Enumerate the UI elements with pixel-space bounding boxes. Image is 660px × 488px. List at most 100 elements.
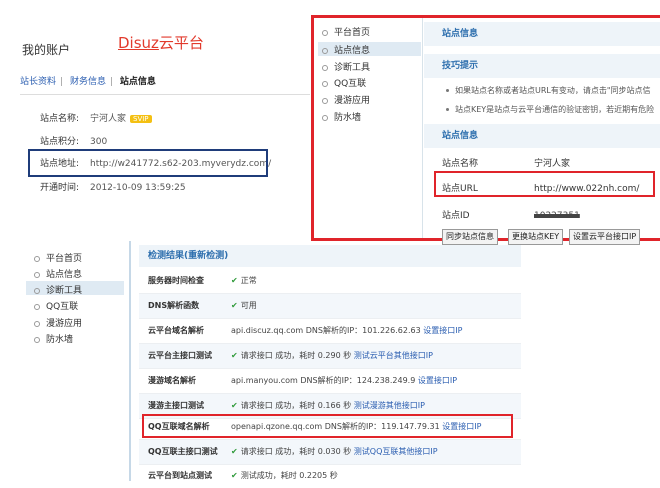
sidebar-item-diagnostics[interactable]: 诊断工具	[322, 60, 370, 73]
bullet-icon	[34, 303, 40, 310]
section-header-site-info: 站点信息	[424, 22, 660, 46]
sidebar-item-site-info[interactable]: 站点信息	[322, 43, 370, 56]
row-value: api.manyou.com DNS解析的IP：124.238.249.9	[231, 376, 416, 385]
sidebar-item-label: 站点信息	[46, 270, 83, 280]
table-row: DNS解析函数 ✔ 可用	[139, 294, 521, 319]
table-row: QQ互联主接口测试 ✔ 请求接口 成功，耗时 0.030 秒 测试QQ互联其他接口I…	[139, 440, 521, 465]
sidebar-item-firewall[interactable]: 防水墙	[322, 110, 361, 123]
sidebar-item-label: 诊断工具	[334, 63, 371, 73]
bullet-icon	[322, 29, 328, 36]
tip-item: 站点KEY是站点与云平台通信的验证密钥，若近期有危险	[446, 104, 654, 115]
sidebar-item-label: 漫游应用	[334, 96, 371, 106]
bullet-icon	[322, 114, 328, 121]
bullet-icon	[322, 47, 328, 54]
table-row: 服务器时间检查 ✔ 正常	[139, 269, 521, 294]
tab-finance-info[interactable]: 财务信息	[70, 77, 106, 87]
check-icon: ✔	[231, 351, 238, 360]
sidebar-item-roaming-apps[interactable]: 漫游应用	[322, 93, 370, 106]
result-header: 检测结果(重新检测)	[139, 245, 521, 267]
site-points-label: 站点积分:	[40, 137, 80, 147]
sidebar-item-label: 防水墙	[334, 113, 362, 123]
set-api-ip-link[interactable]: 设置接口IP	[423, 326, 462, 335]
sidebar-item-diagnostics[interactable]: 诊断工具	[34, 283, 82, 296]
check-icon: ✔	[231, 447, 238, 456]
tab-webmaster-profile[interactable]: 站长资料	[20, 77, 56, 87]
cloud-site-info-panel: 平台首页 站点信息 诊断工具 QQ互联 漫游应用 防水墙 站点信息 技巧提示 如…	[311, 15, 660, 245]
tip-text: 站点KEY是站点与云平台通信的验证密钥，若近期有危险	[455, 105, 655, 114]
row-label: 服务器时间检查	[148, 276, 204, 285]
sidebar-item-label: 防水墙	[46, 335, 74, 345]
sidebar-item-label: QQ互联	[334, 79, 367, 89]
site-name-value: 宁河人家	[534, 159, 571, 169]
site-name-row: 站点名称: 宁河人家 SVIP	[40, 111, 152, 124]
sidebar-divider	[129, 241, 131, 481]
site-name-value: 宁河人家	[90, 114, 127, 124]
row-value: api.discuz.qq.com DNS解析的IP：101.226.62.63	[231, 326, 421, 335]
diagnostics-panel: 平台首页 站点信息 诊断工具 QQ互联 漫游应用 防水墙 检测结果(重新检测) …	[26, 241, 521, 481]
bullet-icon	[34, 287, 40, 294]
sidebar-item-qq-connect[interactable]: QQ互联	[34, 299, 78, 312]
row-label: 云平台域名解析	[148, 326, 204, 335]
site-name-label: 站点名称:	[40, 114, 80, 124]
site-points-row: 站点积分: 300	[40, 134, 107, 147]
open-time-label: 开通时间:	[40, 183, 80, 193]
row-value: 请求接口 成功，耗时 0.030 秒	[240, 447, 352, 456]
sidebar-item-label: 漫游应用	[46, 319, 83, 329]
test-qq-ip-link[interactable]: 测试QQ互联其他接口IP	[354, 447, 438, 456]
row-value: 测试成功，耗时 0.2205 秒	[240, 471, 338, 480]
set-api-ip-link[interactable]: 设置接口IP	[418, 376, 457, 385]
set-cloud-api-ip-button[interactable]: 设置云平台接口IP	[569, 229, 641, 245]
table-row: 漫游域名解析 api.manyou.com DNS解析的IP：124.238.24…	[139, 369, 521, 394]
bullet-icon	[34, 336, 40, 343]
table-row: 云平台主接口测试 ✔ 请求接口 成功，耗时 0.290 秒 测试云平台其他接口IP	[139, 344, 521, 369]
site-id-value: 10227351	[534, 211, 580, 221]
test-roaming-ip-link[interactable]: 测试漫游其他接口IP	[354, 401, 425, 410]
check-icon: ✔	[231, 471, 238, 480]
divider	[20, 94, 310, 95]
site-url-highlight-box	[434, 171, 655, 197]
bullet-icon	[322, 97, 328, 104]
brand-prefix: Disuz	[118, 34, 159, 52]
check-icon: ✔	[231, 276, 238, 285]
brand-suffix: 云平台	[158, 34, 204, 52]
site-id-label: 站点ID	[442, 211, 470, 221]
sidebar-item-home[interactable]: 平台首页	[34, 251, 82, 264]
row-label: 漫游域名解析	[148, 376, 196, 385]
sidebar: 平台首页 站点信息 诊断工具 QQ互联 漫游应用 防水墙	[314, 18, 423, 238]
qq-dns-highlight-box	[142, 414, 513, 438]
tab-separator: |	[60, 77, 64, 87]
row-value: 可用	[240, 301, 257, 310]
site-address-highlight-box	[28, 149, 268, 177]
bullet-icon	[446, 108, 449, 111]
sidebar-item-home[interactable]: 平台首页	[322, 25, 370, 38]
table-row: 云平台到站点测试 ✔ 测试成功，耗时 0.2205 秒	[139, 464, 521, 488]
bullet-icon	[34, 255, 40, 262]
bullet-icon	[446, 89, 449, 92]
account-title: 我的账户	[22, 43, 71, 57]
sidebar-item-firewall[interactable]: 防水墙	[34, 332, 73, 345]
tip-item: 如果站点名称或者站点URL有变动，请点击"同步站点信	[446, 85, 651, 96]
bullet-icon	[322, 64, 328, 71]
sidebar-item-label: 站点信息	[334, 46, 371, 56]
sidebar-item-qq-connect[interactable]: QQ互联	[322, 76, 366, 89]
bullet-icon	[34, 320, 40, 327]
site-name-label: 站点名称	[442, 159, 479, 169]
row-value: 正常	[240, 276, 257, 285]
site-id-row: 站点ID 10227351	[442, 208, 580, 221]
svip-badge: SVIP	[130, 114, 152, 123]
row-value: 请求接口 成功，耗时 0.290 秒	[240, 351, 352, 360]
bullet-icon	[34, 271, 40, 278]
table-row: 云平台域名解析 api.discuz.qq.com DNS解析的IP：101.22…	[139, 319, 521, 344]
account-tabs: 站长资料 | 财务信息 | 站点信息	[20, 74, 160, 87]
sidebar: 平台首页 站点信息 诊断工具 QQ互联 漫游应用 防水墙	[26, 241, 129, 481]
tab-site-info[interactable]: 站点信息	[120, 77, 156, 87]
site-points-value: 300	[90, 137, 108, 147]
test-cloud-ip-link[interactable]: 测试云平台其他接口IP	[354, 351, 433, 360]
row-label: 云平台到站点测试	[148, 471, 212, 480]
section-header-site-info-2: 站点信息	[424, 124, 660, 148]
sidebar-item-label: 平台首页	[334, 28, 371, 38]
sidebar-item-roaming-apps[interactable]: 漫游应用	[34, 316, 82, 329]
row-label: 云平台主接口测试	[148, 351, 212, 360]
tip-text: 如果站点名称或者站点URL有变动，请点击"同步站点信	[455, 86, 651, 95]
sidebar-item-site-info[interactable]: 站点信息	[34, 267, 82, 280]
